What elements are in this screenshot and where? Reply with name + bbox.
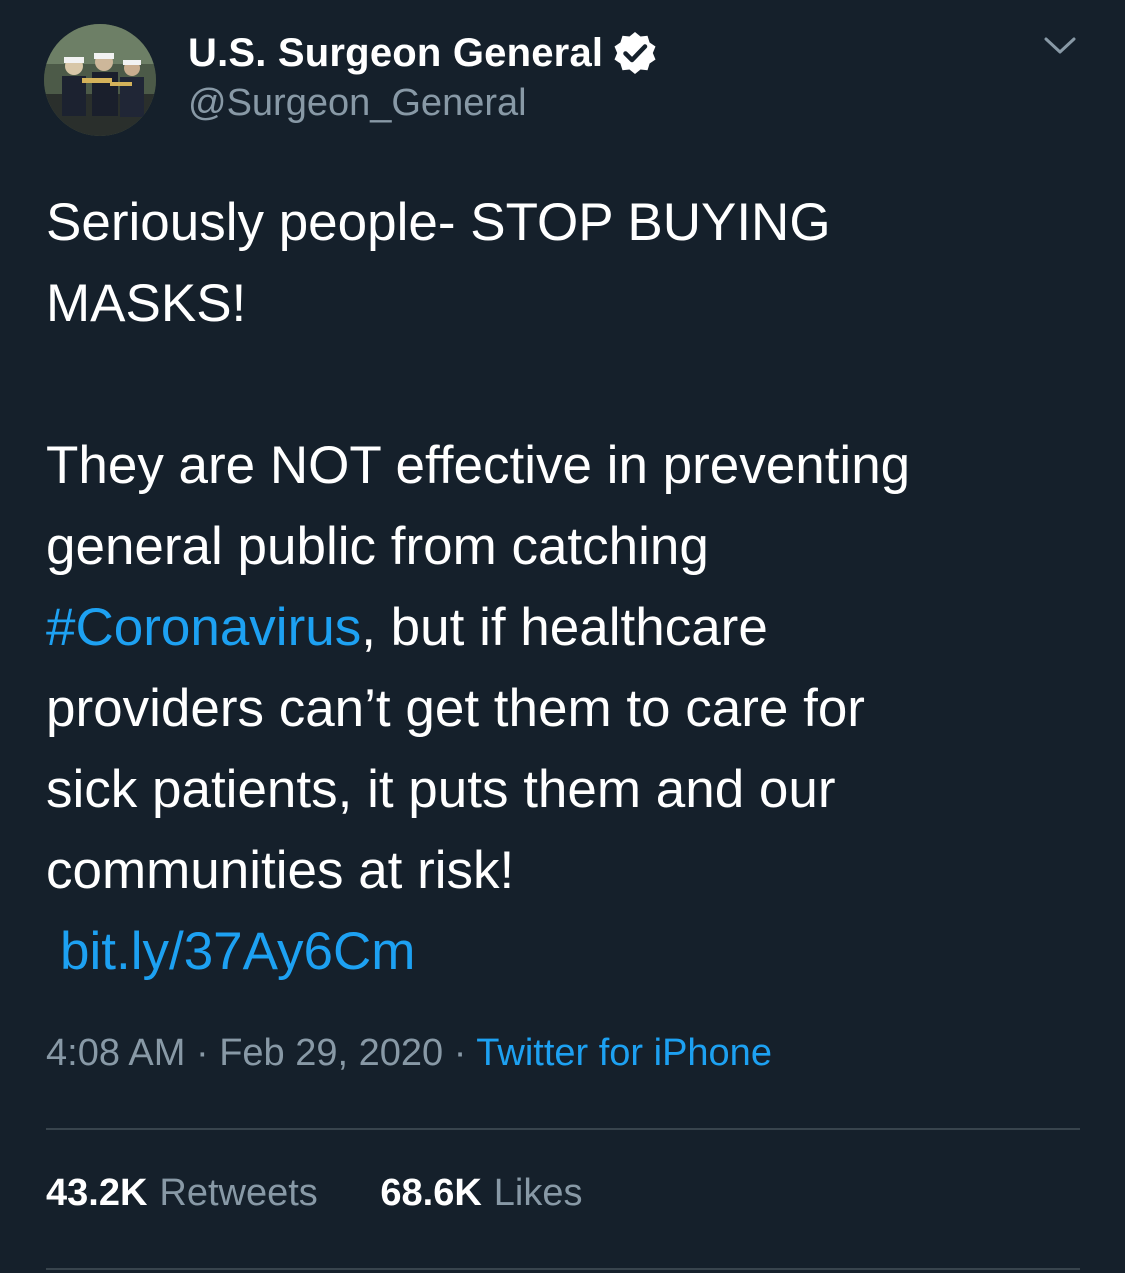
likes-label: Likes <box>493 1172 583 1214</box>
tweet-text-segment: , but if healthcare <box>361 598 768 657</box>
retweets-label: Retweets <box>159 1172 318 1214</box>
tweet-meta: 4:08 AM · Feb 29, 2020 · Twitter for iPh… <box>46 1032 772 1075</box>
avatar[interactable] <box>44 24 156 136</box>
display-name[interactable]: U.S. Surgeon General <box>188 31 603 76</box>
chevron-down-icon[interactable] <box>1040 30 1080 60</box>
tweet-detail: U.S. Surgeon General @Surgeon_General Se… <box>0 0 1125 1273</box>
author-name-row: U.S. Surgeon General <box>188 26 659 80</box>
tweet-line: communities at risk! <box>46 841 515 900</box>
tweet-line: MASKS! <box>46 274 247 333</box>
likes-count: 68.6K <box>380 1172 482 1214</box>
tweet-time[interactable]: 4:08 AM <box>46 1032 185 1074</box>
avatar-photo <box>44 24 156 136</box>
divider <box>46 1128 1080 1130</box>
divider <box>46 1268 1080 1270</box>
verified-badge-icon <box>614 32 656 74</box>
likes-stat[interactable]: 68.6K Likes <box>380 1172 582 1215</box>
tweet-date[interactable]: Feb 29, 2020 <box>219 1032 443 1074</box>
tweet-text: Seriously people- STOP BUYING MASKS! The… <box>46 182 1086 992</box>
hashtag-link[interactable]: #Coronavirus <box>46 598 361 657</box>
tweet-line: Seriously people- STOP BUYING <box>46 193 831 252</box>
handle[interactable]: @Surgeon_General <box>188 82 527 125</box>
retweets-count: 43.2K <box>46 1172 148 1214</box>
meta-separator: · <box>453 1032 467 1074</box>
tweet-line-link: bit.ly/37Ay6Cm <box>46 911 1086 992</box>
meta-separator: · <box>195 1032 209 1074</box>
url-link[interactable]: bit.ly/37Ay6Cm <box>60 922 415 981</box>
tweet-line-hashtag: #Coronavirus, but if healthcare <box>46 587 1086 668</box>
tweet-line: sick patients, it puts them and our <box>46 760 836 819</box>
tweet-source-link[interactable]: Twitter for iPhone <box>476 1032 772 1074</box>
tweet-line: They are NOT effective in preventing <box>46 436 911 495</box>
engagement-stats: 43.2K Retweets 68.6K Likes <box>46 1172 635 1215</box>
tweet-line: general public from catching <box>46 517 709 576</box>
tweet-line: providers can’t get them to care for <box>46 679 865 738</box>
retweets-stat[interactable]: 43.2K Retweets <box>46 1172 318 1215</box>
